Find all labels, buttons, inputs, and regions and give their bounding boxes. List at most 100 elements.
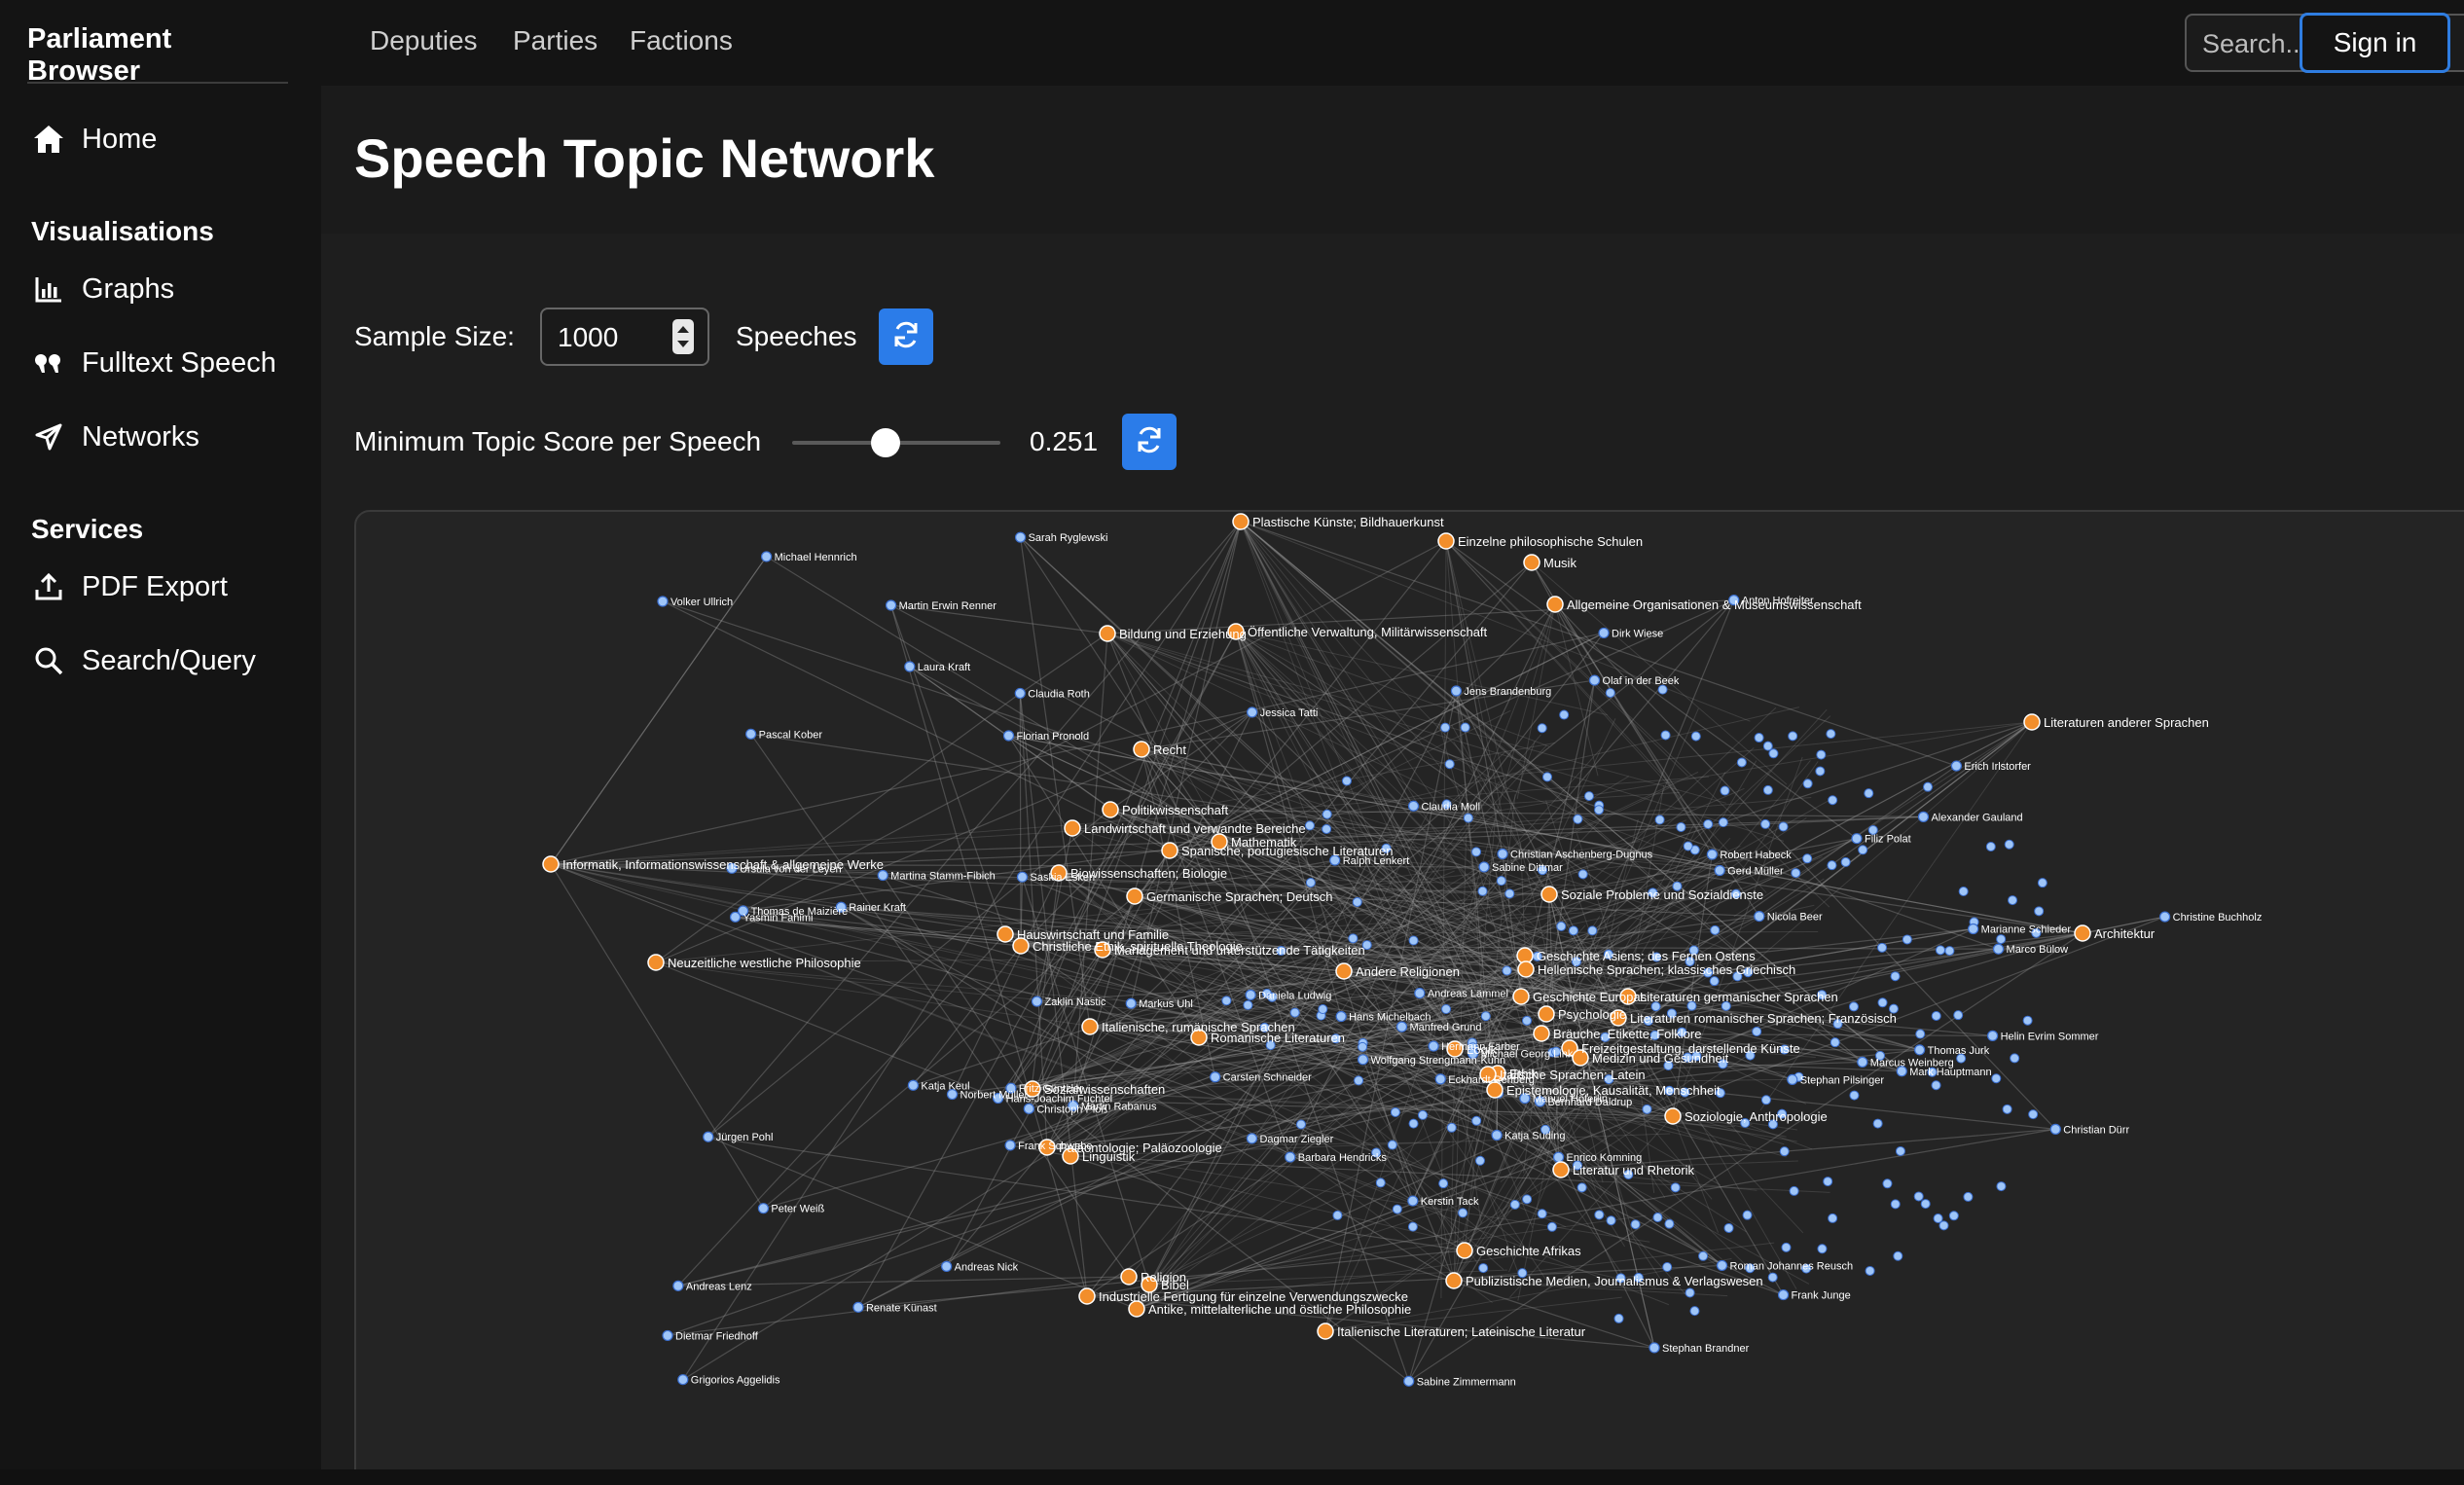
sidebar-item-pdf-export[interactable]: PDF Export — [29, 562, 311, 611]
speaker-node[interactable] — [1718, 817, 1728, 828]
speaker-node[interactable] — [1594, 1210, 1605, 1220]
speaker-node[interactable] — [1414, 987, 1426, 999]
speaker-node[interactable] — [1559, 709, 1570, 720]
topic-node[interactable] — [1437, 532, 1455, 550]
speaker-node[interactable] — [1685, 1287, 1695, 1298]
speaker-node[interactable] — [1509, 1199, 1520, 1210]
speaker-node[interactable] — [1613, 1313, 1624, 1323]
speaker-node[interactable] — [1914, 1044, 1926, 1056]
brand-title[interactable]: Parliament Browser — [27, 23, 288, 87]
speaker-node[interactable] — [1953, 1010, 1964, 1021]
speaker-node[interactable] — [2037, 878, 2047, 888]
sidebar-item-home[interactable]: Home — [29, 115, 311, 163]
topic-node[interactable] — [1317, 1322, 1334, 1340]
speaker-node[interactable] — [1706, 849, 1718, 860]
speaker-node[interactable] — [1649, 1342, 1660, 1354]
speaker-node[interactable] — [1357, 1054, 1369, 1066]
speaker-node[interactable] — [1760, 1095, 1771, 1105]
speaker-node[interactable] — [1736, 757, 1747, 768]
speaker-node[interactable] — [1865, 1265, 1875, 1276]
speaker-node[interactable] — [1471, 1115, 1482, 1126]
speaker-node[interactable] — [1285, 1151, 1296, 1163]
speaker-node[interactable] — [1709, 976, 1720, 987]
refresh-sample-button[interactable] — [879, 308, 933, 365]
speaker-node[interactable] — [1851, 833, 1863, 845]
speaker-node[interactable] — [1939, 1220, 1949, 1231]
speaker-node[interactable] — [1497, 848, 1508, 860]
speaker-node[interactable] — [1723, 1222, 1734, 1233]
speaker-node[interactable] — [1352, 896, 1362, 907]
speaker-node[interactable] — [1221, 996, 1232, 1006]
speaker-node[interactable] — [1417, 1109, 1428, 1120]
speaker-node[interactable] — [1923, 781, 1934, 792]
topic-node[interactable] — [1538, 1005, 1555, 1023]
speaker-node[interactable] — [1395, 1021, 1408, 1032]
topic-network-graph[interactable]: Thomas de MaizièreAndreas LämmelNorbert … — [356, 512, 2464, 1485]
speaker-node[interactable] — [1742, 1210, 1753, 1220]
speaker-node[interactable] — [1245, 989, 1256, 1000]
speaker-node[interactable] — [1915, 1029, 1926, 1039]
speaker-node[interactable] — [1246, 1133, 1258, 1144]
speaker-node[interactable] — [1944, 946, 1955, 957]
speaker-node[interactable] — [1920, 1199, 1931, 1210]
speaker-node[interactable] — [662, 1329, 673, 1342]
speaker-node[interactable] — [1698, 1250, 1709, 1261]
topic-node[interactable] — [1102, 801, 1119, 818]
speaker-node[interactable] — [1335, 1010, 1347, 1023]
speaker-node[interactable] — [1662, 1262, 1673, 1273]
speaker-node[interactable] — [2008, 895, 2018, 906]
topic-node[interactable] — [1533, 1025, 1550, 1042]
sidebar-item-graphs[interactable]: Graphs — [29, 265, 311, 313]
speaker-node[interactable] — [1996, 1181, 2007, 1192]
speaker-node[interactable] — [1716, 1259, 1728, 1272]
speaker-node[interactable] — [1968, 923, 1979, 935]
speaker-node[interactable] — [1689, 1306, 1700, 1317]
speaker-node[interactable] — [1407, 800, 1420, 812]
speaker-node[interactable] — [1882, 1178, 1893, 1189]
topic-node[interactable] — [1078, 1287, 1096, 1305]
speaker-node[interactable] — [1542, 772, 1553, 782]
speaker-node[interactable] — [1877, 942, 1888, 953]
speaker-node[interactable] — [1985, 842, 1996, 852]
topic-node[interactable] — [996, 925, 1014, 943]
topic-node[interactable] — [1161, 842, 1178, 859]
speaker-node[interactable] — [1815, 766, 1826, 777]
speaker-node[interactable] — [1573, 814, 1583, 824]
speaker-node[interactable] — [1828, 795, 1838, 806]
speaker-node[interactable] — [2034, 906, 2045, 917]
speaker-node[interactable] — [1440, 722, 1451, 733]
speaker-node[interactable] — [703, 1131, 714, 1142]
speaker-node[interactable] — [941, 1260, 953, 1272]
sample-size-input[interactable] — [556, 318, 667, 357]
speaker-node[interactable] — [1963, 1191, 1974, 1202]
topic-node[interactable] — [1546, 596, 1564, 613]
speaker-node[interactable] — [1474, 1155, 1485, 1166]
topic-node[interactable] — [1540, 886, 1558, 903]
speaker-node[interactable] — [1714, 864, 1725, 877]
speaker-node[interactable] — [1760, 818, 1771, 829]
speaker-node[interactable] — [672, 1280, 684, 1291]
speaker-node[interactable] — [1407, 1195, 1419, 1207]
speaker-node[interactable] — [1849, 1090, 1860, 1101]
topic-node[interactable] — [1523, 554, 1540, 571]
speaker-node[interactable] — [1802, 779, 1813, 789]
speaker-node[interactable] — [2010, 1053, 2020, 1064]
speaker-node[interactable] — [1654, 815, 1665, 825]
speaker-node[interactable] — [1858, 845, 1868, 855]
speaker-node[interactable] — [1996, 934, 2007, 945]
speaker-node[interactable] — [1754, 910, 1765, 923]
topic-node[interactable] — [1445, 1272, 1463, 1289]
speaker-node[interactable] — [1289, 1007, 1300, 1018]
speaker-node[interactable] — [1480, 1011, 1491, 1022]
speaker-node[interactable] — [2002, 1104, 2012, 1114]
sign-in-button[interactable]: Sign in — [2300, 13, 2450, 73]
speaker-node[interactable] — [2159, 911, 2171, 923]
stepper-arrows-icon[interactable] — [672, 319, 694, 354]
topic-node[interactable] — [1064, 819, 1081, 837]
speaker-node[interactable] — [1014, 687, 1026, 700]
speaker-node[interactable] — [1458, 1208, 1468, 1218]
topic-node[interactable] — [1552, 1161, 1570, 1178]
speaker-node[interactable] — [1403, 1375, 1415, 1387]
speaker-node[interactable] — [1243, 999, 1253, 1010]
speaker-node[interactable] — [1463, 813, 1473, 823]
